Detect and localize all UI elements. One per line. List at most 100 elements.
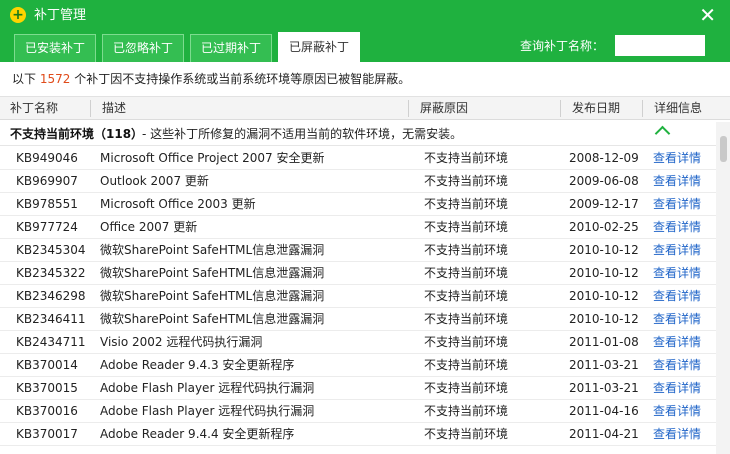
block-reason: 不支持当前环境 — [424, 381, 509, 395]
view-details-link[interactable]: 查看详情 — [653, 331, 701, 353]
column-detail[interactable]: 详细信息 — [654, 97, 702, 119]
column-divider — [90, 100, 91, 117]
column-divider — [642, 100, 643, 117]
column-header: 补丁名称 描述 屏蔽原因 发布日期 详细信息 — [0, 96, 730, 120]
patch-description: Office 2007 更新 — [100, 220, 198, 234]
patch-description: Adobe Flash Player 远程代码执行漏洞 — [100, 381, 315, 395]
view-details-link[interactable]: 查看详情 — [653, 400, 701, 422]
patch-description: Visio 2002 远程代码执行漏洞 — [100, 335, 263, 349]
table-row[interactable]: KB370017 Adobe Reader 9.4.4 安全更新程序 不支持当前… — [0, 423, 716, 446]
view-details-link[interactable]: 查看详情 — [653, 170, 701, 192]
patch-description: Adobe Reader 9.4.3 安全更新程序 — [100, 358, 295, 372]
column-reason[interactable]: 屏蔽原因 — [420, 97, 468, 119]
patch-id: KB370015 — [16, 381, 78, 395]
block-reason: 不支持当前环境 — [424, 312, 509, 326]
patch-description: 微软SharePoint SafeHTML信息泄露漏洞 — [100, 289, 325, 303]
release-date: 2009-06-08 — [569, 174, 639, 188]
table-row[interactable]: KB370016 Adobe Flash Player 远程代码执行漏洞 不支持… — [0, 400, 716, 423]
release-date: 2010-10-12 — [569, 312, 639, 326]
patch-id: KB370017 — [16, 427, 78, 441]
block-reason: 不支持当前环境 — [424, 289, 509, 303]
block-reason: 不支持当前环境 — [424, 197, 509, 211]
vertical-scrollbar[interactable] — [716, 122, 730, 454]
block-reason: 不支持当前环境 — [424, 266, 509, 280]
tab-blocked[interactable]: 已屏蔽补丁 — [278, 32, 361, 62]
search-label: 查询补丁名称： — [520, 39, 605, 53]
view-details-link[interactable]: 查看详情 — [653, 377, 701, 399]
release-date: 2010-10-12 — [569, 289, 639, 303]
table-row[interactable]: KB977724 Office 2007 更新 不支持当前环境 2010-02-… — [0, 216, 716, 239]
tab-ignored[interactable]: 已忽略补丁 — [102, 34, 185, 62]
patch-id: KB2346411 — [16, 312, 86, 326]
column-date[interactable]: 发布日期 — [572, 97, 620, 119]
view-details-link[interactable]: 查看详情 — [653, 262, 701, 284]
view-details-link[interactable]: 查看详情 — [653, 308, 701, 330]
group-name: 不支持当前环境（118） — [10, 127, 144, 141]
release-date: 2011-04-16 — [569, 404, 639, 418]
table-row[interactable]: KB2434711 Visio 2002 远程代码执行漏洞 不支持当前环境 20… — [0, 331, 716, 354]
view-details-link[interactable]: 查看详情 — [653, 423, 701, 445]
patch-id: KB370014 — [16, 358, 78, 372]
release-date: 2010-10-12 — [569, 243, 639, 257]
tab-installed[interactable]: 已安装补丁 — [14, 34, 97, 62]
patch-id: KB2434711 — [16, 335, 86, 349]
view-details-link[interactable]: 查看详情 — [653, 354, 701, 376]
release-date: 2011-01-08 — [569, 335, 639, 349]
patch-id: KB370016 — [16, 404, 78, 418]
title-bar: + 补丁管理 ✕ 已安装补丁 已忽略补丁 已过期补丁 已屏蔽补丁 查询补丁名称： — [0, 0, 730, 62]
view-details-link[interactable]: 查看详情 — [653, 285, 701, 307]
patch-description: 微软SharePoint SafeHTML信息泄露漏洞 — [100, 243, 325, 257]
patch-id: KB949046 — [16, 151, 78, 165]
table-row[interactable]: KB2346298 微软SharePoint SafeHTML信息泄露漏洞 不支… — [0, 285, 716, 308]
search-input[interactable] — [615, 35, 705, 56]
view-details-link[interactable]: 查看详情 — [653, 147, 701, 169]
view-details-link[interactable]: 查看详情 — [653, 193, 701, 215]
table-row[interactable]: KB949046 Microsoft Office Project 2007 安… — [0, 147, 716, 170]
patch-id: KB977724 — [16, 220, 78, 234]
table-row[interactable]: KB969907 Outlook 2007 更新 不支持当前环境 2009-06… — [0, 170, 716, 193]
release-date: 2011-03-21 — [569, 358, 639, 372]
patch-description: Outlook 2007 更新 — [100, 174, 209, 188]
summary-suffix: 个补丁因不支持操作系统或当前系统环境等原因已被智能屏蔽。 — [70, 72, 411, 86]
release-date: 2011-04-21 — [569, 427, 639, 441]
release-date: 2011-03-21 — [569, 381, 639, 395]
patch-description: Microsoft Office Project 2007 安全更新 — [100, 151, 325, 165]
plus-circle-icon: + — [10, 7, 26, 23]
block-reason: 不支持当前环境 — [424, 243, 509, 257]
view-details-link[interactable]: 查看详情 — [653, 216, 701, 238]
patch-id: KB2345304 — [16, 243, 86, 257]
column-divider — [408, 100, 409, 117]
patch-description: Adobe Flash Player 远程代码执行漏洞 — [100, 404, 315, 418]
tab-bar: 已安装补丁 已忽略补丁 已过期补丁 已屏蔽补丁 — [14, 32, 366, 62]
table-row[interactable]: KB370015 Adobe Flash Player 远程代码执行漏洞 不支持… — [0, 377, 716, 400]
table-row[interactable]: KB2345322 微软SharePoint SafeHTML信息泄露漏洞 不支… — [0, 262, 716, 285]
summary-prefix: 以下 — [12, 72, 40, 86]
block-reason: 不支持当前环境 — [424, 427, 509, 441]
patch-description: Adobe Reader 9.4.4 安全更新程序 — [100, 427, 295, 441]
view-details-link[interactable]: 查看详情 — [653, 239, 701, 261]
scrollbar-thumb[interactable] — [720, 136, 727, 162]
patch-id: KB969907 — [16, 174, 78, 188]
patch-description: 微软SharePoint SafeHTML信息泄露漏洞 — [100, 266, 325, 280]
column-name[interactable]: 补丁名称 — [10, 97, 58, 119]
tab-expired[interactable]: 已过期补丁 — [190, 34, 273, 62]
release-date: 2008-12-09 — [569, 151, 639, 165]
table-row[interactable]: KB2346411 微软SharePoint SafeHTML信息泄露漏洞 不支… — [0, 308, 716, 331]
block-reason: 不支持当前环境 — [424, 151, 509, 165]
column-divider — [560, 100, 561, 117]
patch-description: Microsoft Office 2003 更新 — [100, 197, 256, 211]
table-row[interactable]: KB2345304 微软SharePoint SafeHTML信息泄露漏洞 不支… — [0, 239, 716, 262]
close-icon[interactable]: ✕ — [699, 3, 716, 27]
blocked-count: 1572 — [39, 72, 71, 86]
table-row[interactable]: KB978551 Microsoft Office 2003 更新 不支持当前环… — [0, 193, 716, 216]
block-reason: 不支持当前环境 — [424, 174, 509, 188]
release-date: 2010-10-12 — [569, 266, 639, 280]
column-desc[interactable]: 描述 — [102, 97, 126, 119]
patch-id: KB2346298 — [16, 289, 86, 303]
patch-id: KB978551 — [16, 197, 78, 211]
group-header[interactable]: 不支持当前环境（118） - 这些补丁所修复的漏洞不适用当前的软件环境，无需安装… — [0, 122, 716, 146]
block-reason: 不支持当前环境 — [424, 358, 509, 372]
block-reason: 不支持当前环境 — [424, 404, 509, 418]
chevron-up-icon[interactable] — [654, 125, 671, 142]
table-row[interactable]: KB370014 Adobe Reader 9.4.3 安全更新程序 不支持当前… — [0, 354, 716, 377]
